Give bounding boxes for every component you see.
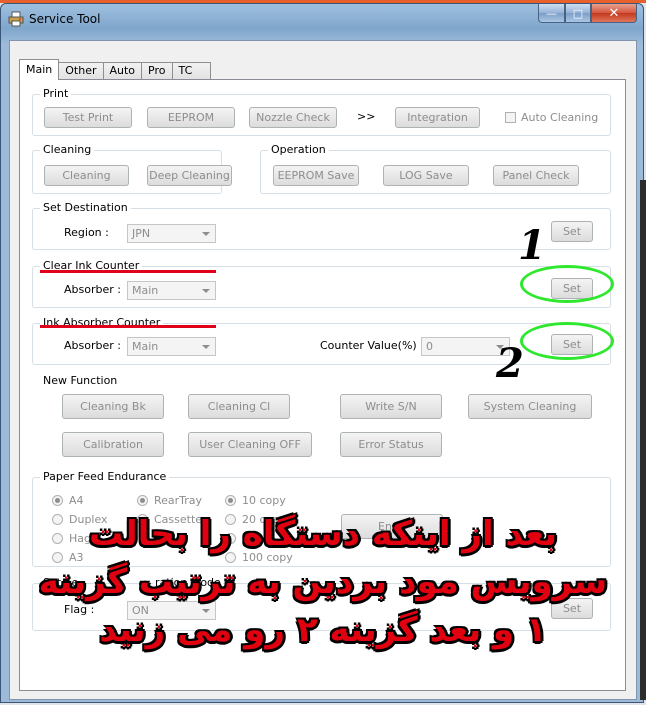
annotation-line-3: ۱ و بعد گزینه ۲ رو می زنید: [99, 610, 547, 650]
more-arrows-label: >>: [357, 110, 376, 123]
region-label: Region :: [64, 226, 109, 239]
annotation-line-1: بعد از اینکه دستگاه را بحالت: [88, 514, 558, 554]
tab-main[interactable]: Main: [19, 59, 60, 80]
auto-cleaning-label: Auto Cleaning: [521, 111, 599, 124]
operation-group: Operation EEPROM Save LOG Save Panel Che…: [260, 143, 611, 194]
ink-absorber-select[interactable]: Main: [127, 337, 216, 356]
deep-cleaning-button[interactable]: Deep Cleaning: [147, 165, 232, 186]
underline-clear-ink: [40, 270, 216, 273]
auto-cleaning-checkbox[interactable]: [505, 112, 516, 123]
system-cleaning-button[interactable]: System Cleaning: [468, 394, 592, 419]
cleaning-cl-button[interactable]: Cleaning Cl: [188, 394, 290, 419]
paper-feed-endurance-label: Paper Feed Endurance: [40, 470, 170, 483]
print-group: Print Test Print EEPROM Nozzle Check >> …: [32, 87, 611, 136]
step-number-2: 2: [496, 340, 524, 387]
eeprom-button[interactable]: EEPROM: [147, 107, 235, 128]
highlight-ring-1: [520, 265, 614, 303]
printer-app-icon: [8, 11, 24, 27]
test-print-button[interactable]: Test Print: [44, 107, 132, 128]
error-status-button[interactable]: Error Status: [340, 432, 442, 457]
copy-10-radio[interactable]: [225, 495, 236, 506]
operation-group-label: Operation: [268, 143, 329, 156]
reartray-radio[interactable]: [137, 495, 148, 506]
panel-check-button[interactable]: Panel Check: [493, 165, 579, 186]
destination-set-button[interactable]: Set: [551, 221, 593, 242]
a4-radio[interactable]: [52, 495, 63, 506]
step-number-1: 1: [518, 222, 546, 269]
chevron-down-icon: [202, 289, 210, 293]
ink-absorber-label: Absorber :: [64, 339, 121, 352]
underline-ink-absorber: [40, 325, 216, 328]
clear-ink-absorber-value: Main: [132, 284, 159, 297]
minimize-button[interactable]: —: [538, 4, 565, 23]
counter-value: 0: [426, 340, 433, 353]
ink-absorber-value: Main: [132, 340, 159, 353]
tab-strip: Main Other Auto Pro TC: [19, 59, 212, 80]
user-cleaning-off-button[interactable]: User Cleaning OFF: [188, 432, 312, 457]
tab-tc[interactable]: TC: [171, 62, 212, 80]
print-group-label: Print: [40, 87, 72, 100]
region-value: JPN: [132, 227, 151, 240]
copy-10-label: 10 copy: [242, 494, 286, 507]
reartray-label: RearTray: [154, 494, 203, 507]
write-sn-button[interactable]: Write S/N: [340, 394, 442, 419]
chevron-down-icon: [202, 345, 210, 349]
maximize-button[interactable]: □: [565, 4, 591, 23]
close-button[interactable]: ✕: [591, 4, 637, 23]
window-controls: — □ ✕: [538, 4, 637, 24]
log-save-button[interactable]: LOG Save: [383, 165, 469, 186]
highlight-ring-2: [520, 322, 614, 360]
tab-other[interactable]: Other: [58, 62, 104, 80]
minimize-icon: —: [546, 6, 557, 20]
tab-auto[interactable]: Auto: [102, 62, 143, 80]
annotation-line-2: سرویس مود بردین به ترتیب گزینه: [38, 562, 608, 602]
maximize-icon: □: [572, 6, 584, 20]
chevron-down-icon: [202, 232, 210, 236]
clear-ink-absorber-select[interactable]: Main: [127, 281, 216, 300]
cleaning-group: Cleaning Cleaning Deep Cleaning: [32, 143, 232, 194]
close-icon: ✕: [608, 5, 620, 21]
tab-pro[interactable]: Pro: [141, 62, 173, 80]
cleaning-bk-button[interactable]: Cleaning Bk: [62, 394, 164, 419]
nozzle-check-button[interactable]: Nozzle Check: [249, 107, 337, 128]
set-destination-label: Set Destination: [40, 201, 131, 214]
integration-button[interactable]: Integration: [395, 107, 480, 128]
cleaning-button[interactable]: Cleaning: [44, 165, 129, 186]
new-function-label: New Function: [43, 374, 118, 387]
region-select[interactable]: JPN: [127, 224, 216, 243]
cleaning-group-label: Cleaning: [40, 143, 95, 156]
a4-label: A4: [69, 494, 84, 507]
clear-ink-absorber-label: Absorber :: [64, 283, 121, 296]
counter-value-label: Counter Value(%) :: [320, 339, 424, 352]
window-title: Service Tool: [29, 12, 101, 26]
title-bar[interactable]: Service Tool — □ ✕: [1, 4, 643, 34]
calibration-button[interactable]: Calibration: [62, 432, 164, 457]
eeprom-save-button[interactable]: EEPROM Save: [273, 165, 359, 186]
